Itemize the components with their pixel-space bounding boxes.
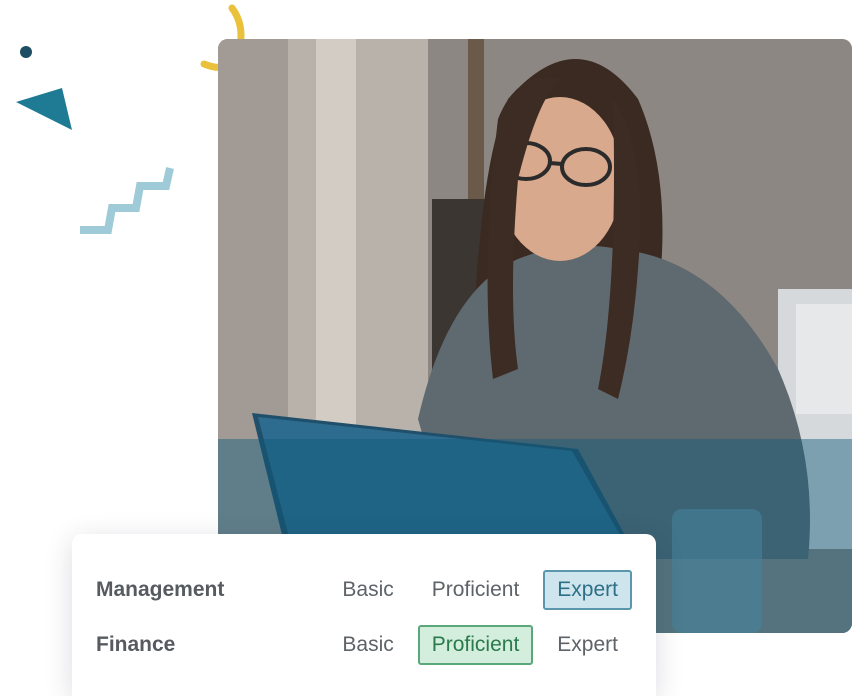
skill-row-finance: Finance Basic Proficient Expert <box>96 624 632 666</box>
level-basic-button[interactable]: Basic <box>328 625 407 665</box>
level-proficient-button[interactable]: Proficient <box>418 570 534 610</box>
skill-level-card: Management Basic Proficient Expert Finan… <box>72 534 656 696</box>
level-options: Basic Proficient Expert <box>318 570 632 610</box>
skill-name: Management <box>96 578 225 601</box>
level-expert-button[interactable]: Expert <box>543 570 632 610</box>
decorative-dot-icon <box>20 46 32 58</box>
level-proficient-button[interactable]: Proficient <box>417 625 534 665</box>
decorative-triangle-icon <box>16 88 72 130</box>
decorative-zigzag-icon <box>80 167 174 234</box>
skill-row-management: Management Basic Proficient Expert <box>96 569 632 611</box>
level-options: Basic Proficient Expert <box>318 625 632 665</box>
level-basic-button[interactable]: Basic <box>328 570 407 610</box>
level-expert-button[interactable]: Expert <box>543 625 632 665</box>
skill-name: Finance <box>96 633 176 656</box>
